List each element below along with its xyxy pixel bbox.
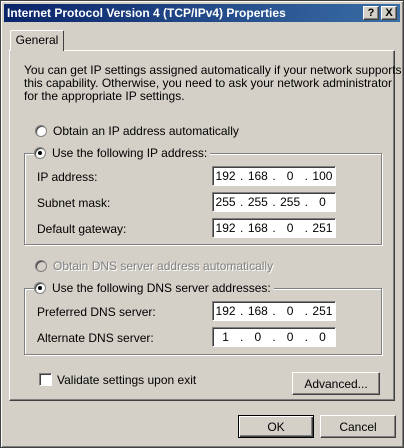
window-title: Internet Protocol Version 4 (TCP/IPv4) P…	[7, 6, 286, 20]
use-following-dns-radio[interactable]	[34, 282, 46, 294]
ip-octet: 255	[247, 195, 268, 209]
ip-octet: 100	[312, 169, 333, 183]
ip-octet: 0	[286, 221, 294, 235]
obtain-dns-auto-label: Obtain DNS server address automatically	[53, 259, 274, 273]
ip-octet: 168	[247, 304, 268, 318]
ip-octet: 0	[319, 195, 326, 209]
tab-general[interactable]: General	[10, 30, 64, 51]
ip-octet: 192	[215, 304, 236, 318]
ip-octet: 1	[222, 330, 229, 344]
subnet-mask-field[interactable]: 255. 255. 255. 0	[212, 192, 336, 212]
ip-octet: 255	[215, 195, 236, 209]
obtain-dns-auto-radio[interactable]	[35, 260, 47, 272]
close-button[interactable]: X	[381, 6, 397, 20]
use-following-ip-label: Use the following IP address:	[52, 146, 208, 160]
ip-octet: 192	[215, 169, 236, 183]
close-icon: X	[385, 7, 393, 19]
ip-octet: 168	[247, 221, 268, 235]
use-following-ip-radio[interactable]	[34, 147, 46, 159]
ip-address-label: IP address:	[37, 170, 98, 184]
preferred-dns-field[interactable]: 192. 168. 0. 251	[212, 301, 336, 321]
preferred-dns-label: Preferred DNS server:	[37, 305, 156, 319]
description-text: You can get IP settings assigned automat…	[24, 64, 402, 103]
title-bar[interactable]: Internet Protocol Version 4 (TCP/IPv4) P…	[4, 4, 400, 22]
cancel-button[interactable]: Cancel	[320, 415, 396, 438]
validate-checkbox[interactable]	[39, 373, 52, 386]
properties-dialog: Internet Protocol Version 4 (TCP/IPv4) P…	[0, 0, 404, 448]
ip-address-field[interactable]: 192. 168. 0. 100	[212, 166, 336, 186]
use-following-ip-option[interactable]: Use the following IP address:	[34, 146, 211, 160]
default-gateway-field[interactable]: 192. 168. 0. 251	[212, 218, 336, 238]
ip-octet: 251	[312, 221, 333, 235]
ip-octet: 0	[254, 330, 262, 344]
use-following-dns-option[interactable]: Use the following DNS server addresses:	[34, 281, 274, 295]
obtain-ip-auto-option[interactable]: Obtain an IP address automatically	[35, 124, 242, 138]
ok-button[interactable]: OK	[238, 415, 314, 438]
advanced-button[interactable]: Advanced...	[292, 372, 380, 395]
obtain-ip-auto-radio[interactable]	[35, 125, 47, 137]
obtain-dns-auto-option[interactable]: Obtain DNS server address automatically	[35, 259, 277, 273]
subnet-mask-label: Subnet mask:	[37, 196, 111, 210]
validate-label: Validate settings upon exit	[57, 373, 197, 387]
obtain-ip-auto-label: Obtain an IP address automatically	[53, 124, 239, 138]
ip-octet: 0	[319, 330, 326, 344]
default-gateway-label: Default gateway:	[37, 222, 127, 236]
alternate-dns-field[interactable]: 1. 0. 0. 0	[212, 327, 336, 347]
ip-octet: 168	[247, 169, 268, 183]
ip-octet: 255	[280, 195, 301, 209]
ip-octet: 192	[215, 221, 236, 235]
help-icon: ?	[367, 7, 375, 19]
use-following-dns-label: Use the following DNS server addresses:	[52, 281, 271, 295]
ip-octet: 0	[286, 304, 294, 318]
ip-octet: 0	[286, 169, 294, 183]
ip-octet: 0	[286, 330, 294, 344]
help-button[interactable]: ?	[363, 6, 379, 20]
alternate-dns-label: Alternate DNS server:	[37, 331, 154, 345]
ip-octet: 251	[312, 304, 333, 318]
description-line: for the appropriate IP settings.	[24, 89, 185, 103]
tab-general-label: General	[15, 33, 59, 47]
